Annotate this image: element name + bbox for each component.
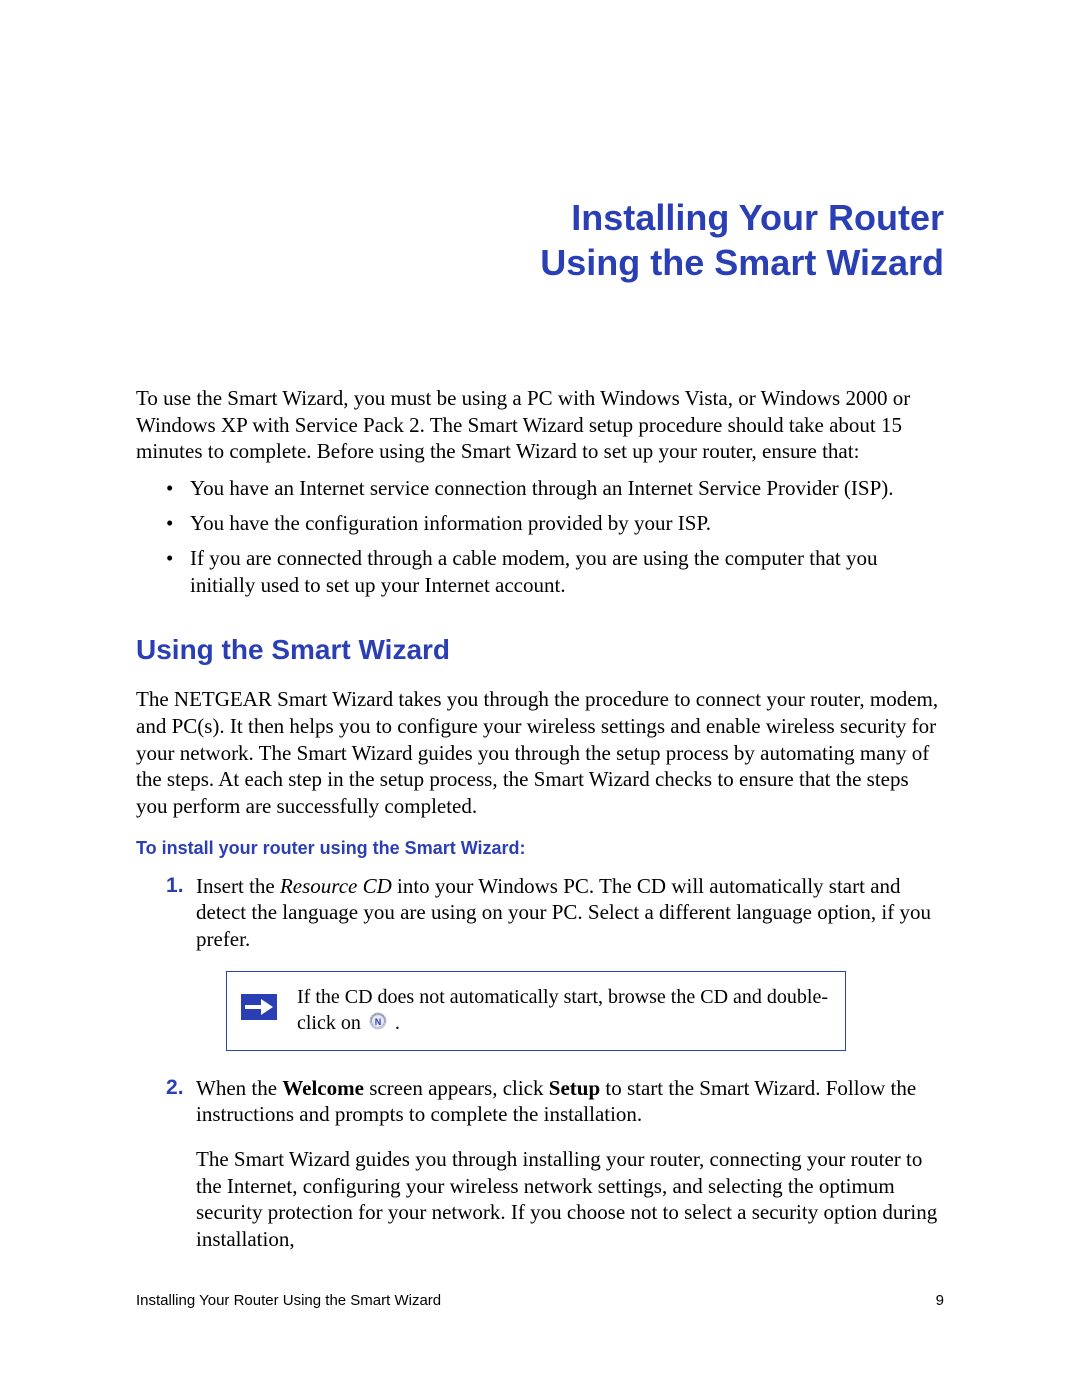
step-2: When the Welcome screen appears, click S… [166, 1075, 944, 1253]
note-text-suffix: . [390, 1012, 400, 1034]
footer-page-number: 9 [936, 1292, 944, 1309]
step-2-text-a: When the [196, 1076, 282, 1100]
procedure-lead: To install your router using the Smart W… [136, 838, 944, 859]
document-page: Installing Your Router Using the Smart W… [0, 0, 1080, 1253]
svg-text:N: N [375, 1017, 382, 1027]
note-text: If the CD does not automatically start, … [297, 984, 831, 1038]
chapter-title-line2: Using the Smart Wizard [540, 242, 944, 283]
step-2-continuation: The Smart Wizard guides you through inst… [196, 1146, 944, 1253]
note-callout: If the CD does not automatically start, … [226, 971, 846, 1051]
section-paragraph: The NETGEAR Smart Wizard takes you throu… [136, 686, 944, 819]
step-1: Insert the Resource CD into your Windows… [166, 873, 944, 1051]
footer-section-title: Installing Your Router Using the Smart W… [136, 1292, 441, 1309]
prerequisite-list: You have an Internet service connection … [136, 475, 944, 599]
chapter-title: Installing Your Router Using the Smart W… [136, 195, 944, 285]
page-footer: Installing Your Router Using the Smart W… [136, 1292, 944, 1309]
procedure-steps: Insert the Resource CD into your Windows… [136, 873, 944, 1253]
intro-paragraph: To use the Smart Wizard, you must be usi… [136, 385, 944, 465]
list-item: If you are connected through a cable mod… [166, 545, 944, 599]
step-1-italic: Resource CD [280, 874, 392, 898]
list-item: You have the configuration information p… [166, 510, 944, 537]
step-1-text-a: Insert the [196, 874, 280, 898]
step-2-bold-welcome: Welcome [282, 1076, 364, 1100]
chapter-title-line1: Installing Your Router [571, 197, 944, 238]
arrow-right-icon [241, 994, 277, 1027]
gear-n-icon: N [368, 1011, 388, 1038]
step-2-bold-setup: Setup [549, 1076, 600, 1100]
step-2-text-b: screen appears, click [364, 1076, 549, 1100]
section-heading: Using the Smart Wizard [136, 634, 944, 666]
list-item: You have an Internet service connection … [166, 475, 944, 502]
